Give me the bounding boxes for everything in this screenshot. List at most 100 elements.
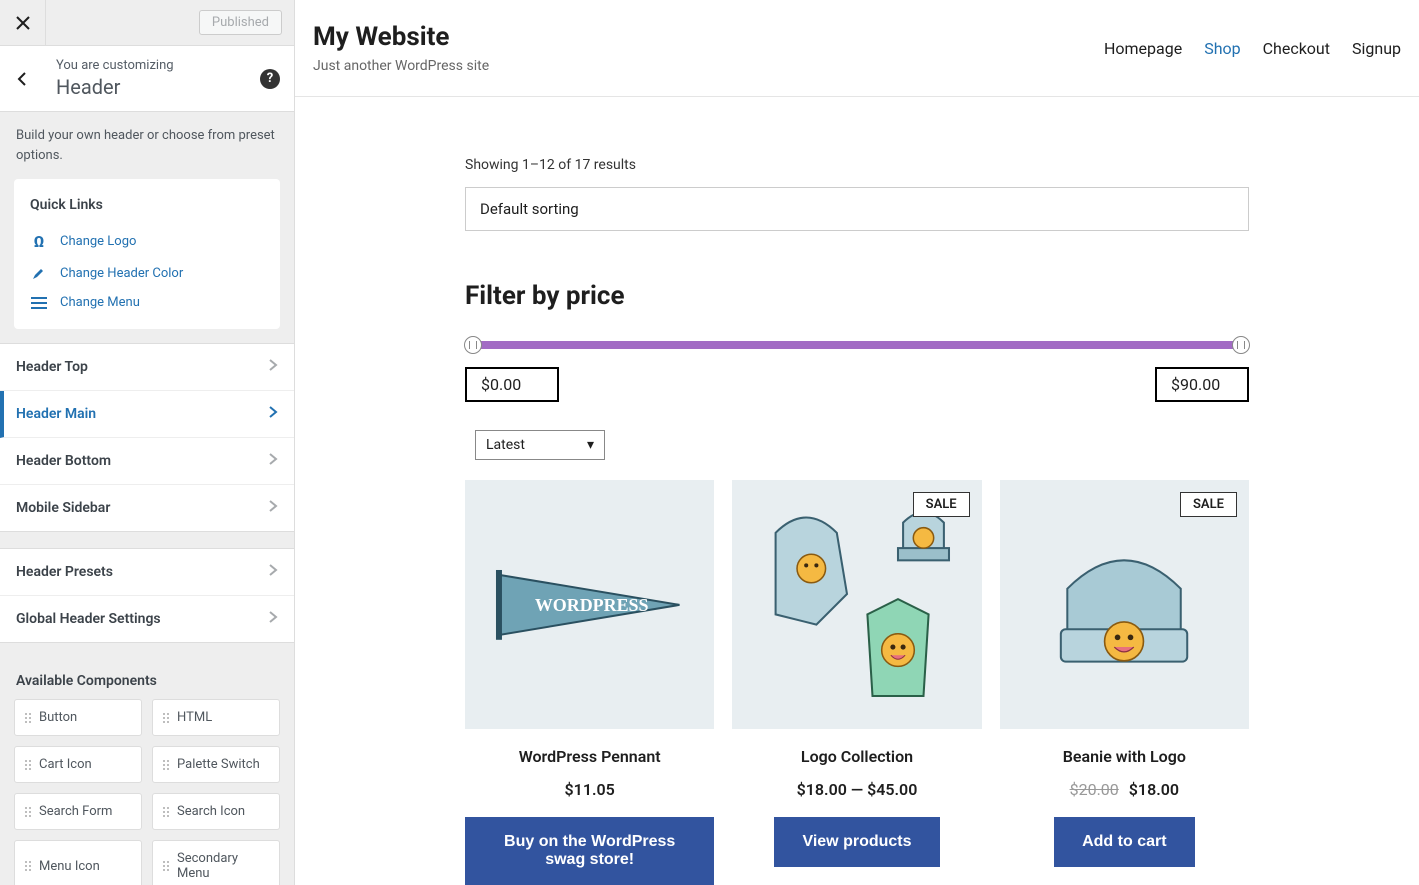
nav-global-header-settings[interactable]: Global Header Settings [0,596,294,642]
slider-handle-max[interactable] [1232,336,1250,354]
quick-links-title: Quick Links [30,197,264,213]
quick-link-label: Change Menu [60,295,140,310]
component-label: Palette Switch [177,757,260,772]
view-products-button[interactable]: View products [774,817,939,867]
header-settings-nav: Header Presets Global Header Settings [0,548,294,643]
grip-icon [163,861,169,871]
product-name[interactable]: Logo Collection [732,747,981,766]
component-label: HTML [177,710,212,725]
chevron-right-icon [268,358,278,376]
grip-icon [163,807,169,817]
product-grid: WORDPRESS WordPress Pennant $11.05 Buy o… [465,480,1249,885]
product-image[interactable]: SALE [1000,480,1249,729]
grip-icon [163,760,169,770]
component-label: Button [39,710,77,725]
add-to-cart-button[interactable]: Add to cart [1054,817,1194,867]
components-grid: Button HTML Cart Icon Palette Switch Sea… [0,699,294,885]
product-price: $20.00 $18.00 [1000,780,1249,799]
component-label: Cart Icon [39,757,92,772]
chevron-right-icon [268,563,278,581]
product-name[interactable]: Beanie with Logo [1000,747,1249,766]
close-button[interactable] [0,0,46,46]
back-button[interactable] [0,71,46,87]
old-price: $20.00 [1070,780,1119,799]
sale-badge: SALE [1180,492,1237,517]
quick-link-label: Change Header Color [60,266,183,281]
price-range-row: $0.00 $90.00 [465,367,1249,402]
product-image[interactable]: WORDPRESS [465,480,714,729]
nav-mobile-sidebar[interactable]: Mobile Sidebar [0,485,294,531]
nav-label: Header Presets [16,564,113,580]
chevron-right-icon [268,405,278,423]
current-price: $18.00 [1129,780,1179,799]
component-label: Search Form [39,804,112,819]
slider-handle-min[interactable] [464,336,482,354]
nav-header-top[interactable]: Header Top [0,344,294,391]
grip-icon [25,713,31,723]
site-header: My Website Just another WordPress site H… [295,0,1419,97]
results-count: Showing 1–12 of 17 results [465,157,1249,173]
price-slider[interactable] [465,341,1249,349]
chevron-left-icon [15,71,31,87]
sidebar-header: You are customizing Header ? [0,46,294,112]
component-search-form[interactable]: Search Form [14,793,142,830]
price-min[interactable]: $0.00 [465,367,559,402]
nav-label: Header Main [16,406,96,422]
close-icon [16,16,30,30]
product-image[interactable]: SALE [732,480,981,729]
site-tagline: Just another WordPress site [313,58,489,74]
help-icon[interactable]: ? [260,69,280,89]
product-price: $18.00 — $45.00 [732,780,981,799]
grip-icon [25,861,31,871]
component-search-icon[interactable]: Search Icon [152,793,280,830]
component-cart-icon[interactable]: Cart Icon [14,746,142,783]
component-palette-switch[interactable]: Palette Switch [152,746,280,783]
sale-badge: SALE [913,492,970,517]
brush-icon [30,265,48,281]
price-max[interactable]: $90.00 [1155,367,1249,402]
quick-link-change-menu[interactable]: Change Menu [30,288,264,317]
nav-checkout[interactable]: Checkout [1263,39,1330,58]
sort-dropdown[interactable]: Default sorting [465,187,1249,231]
chevron-down-icon: ▾ [587,437,594,453]
nav-header-presets[interactable]: Header Presets [0,549,294,596]
buy-button[interactable]: Buy on the WordPress swag store! [465,817,714,885]
components-title: Available Components [0,659,294,699]
quick-link-change-color[interactable]: Change Header Color [30,258,264,288]
nav-header-main[interactable]: Header Main [0,391,294,438]
nav-signup[interactable]: Signup [1352,39,1401,58]
quick-link-change-logo[interactable]: Ω Change Logo [30,225,264,258]
section-description: Build your own header or choose from pre… [0,112,294,179]
primary-nav: Homepage Shop Checkout Signup [1104,39,1401,58]
live-preview: My Website Just another WordPress site H… [295,0,1419,885]
nav-label: Header Top [16,359,88,375]
component-label: Secondary Menu [177,851,269,881]
pennant-illustration: WORDPRESS [490,565,689,645]
slider-track [465,341,1249,349]
site-title[interactable]: My Website [313,22,489,52]
nav-homepage[interactable]: Homepage [1104,39,1182,58]
component-secondary-menu[interactable]: Secondary Menu [152,840,280,885]
sidebar-topbar: Published [0,0,294,46]
nav-shop[interactable]: Shop [1204,39,1240,58]
component-html[interactable]: HTML [152,699,280,736]
product-card: SALE [732,480,981,885]
shop-content: Showing 1–12 of 17 results Default sorti… [295,97,1419,885]
nav-label: Global Header Settings [16,611,161,627]
customizer-sidebar: Published You are customizing Header ? B… [0,0,295,885]
header-sections-nav: Header Top Header Main Header Bottom Mob… [0,343,294,532]
published-button[interactable]: Published [199,10,282,35]
product-name[interactable]: WordPress Pennant [465,747,714,766]
component-label: Menu Icon [39,859,100,874]
apparel-illustration [745,492,969,716]
product-price: $11.05 [465,780,714,799]
component-label: Search Icon [177,804,245,819]
component-menu-icon[interactable]: Menu Icon [14,840,142,885]
beanie-illustration [1043,532,1205,678]
sort-latest-dropdown[interactable]: Latest ▾ [475,430,605,460]
omega-icon: Ω [30,232,48,251]
quick-links-panel: Quick Links Ω Change Logo Change Header … [14,179,280,329]
nav-label: Mobile Sidebar [16,500,110,516]
component-button[interactable]: Button [14,699,142,736]
nav-header-bottom[interactable]: Header Bottom [0,438,294,485]
